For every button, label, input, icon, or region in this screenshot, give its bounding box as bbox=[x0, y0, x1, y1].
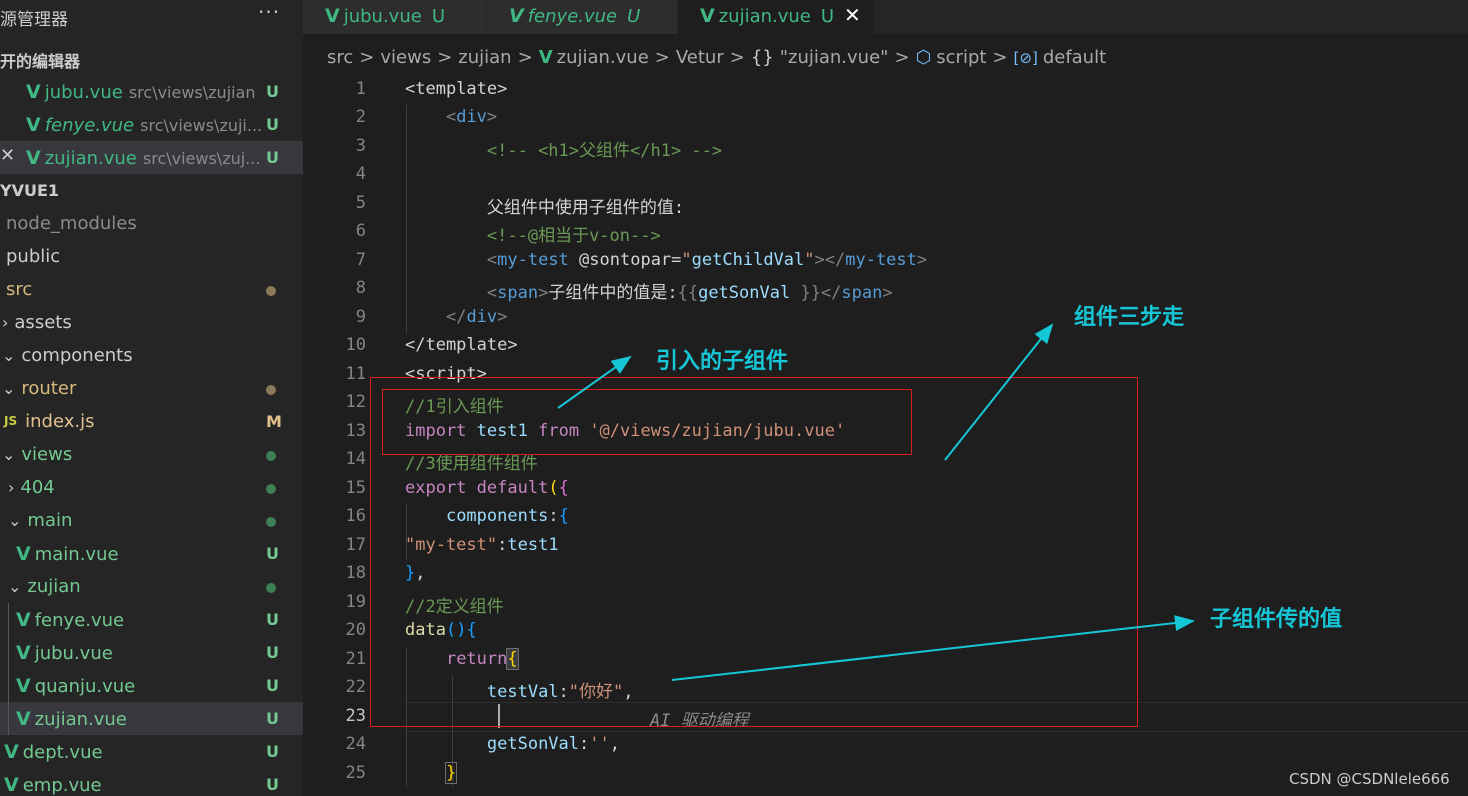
annotation-import: 引入的子组件 bbox=[656, 349, 789, 374]
watermark: CSDN @CSDNlele666 bbox=[1289, 770, 1450, 788]
annotation-value: 子组件传的值 bbox=[1210, 607, 1343, 632]
annotation-steps: 组件三步走 bbox=[1074, 305, 1185, 330]
arrow-value bbox=[671, 615, 1195, 681]
annotation-arrows bbox=[557, 323, 1195, 681]
arrow-import bbox=[557, 355, 632, 409]
arrow-steps bbox=[944, 323, 1054, 461]
